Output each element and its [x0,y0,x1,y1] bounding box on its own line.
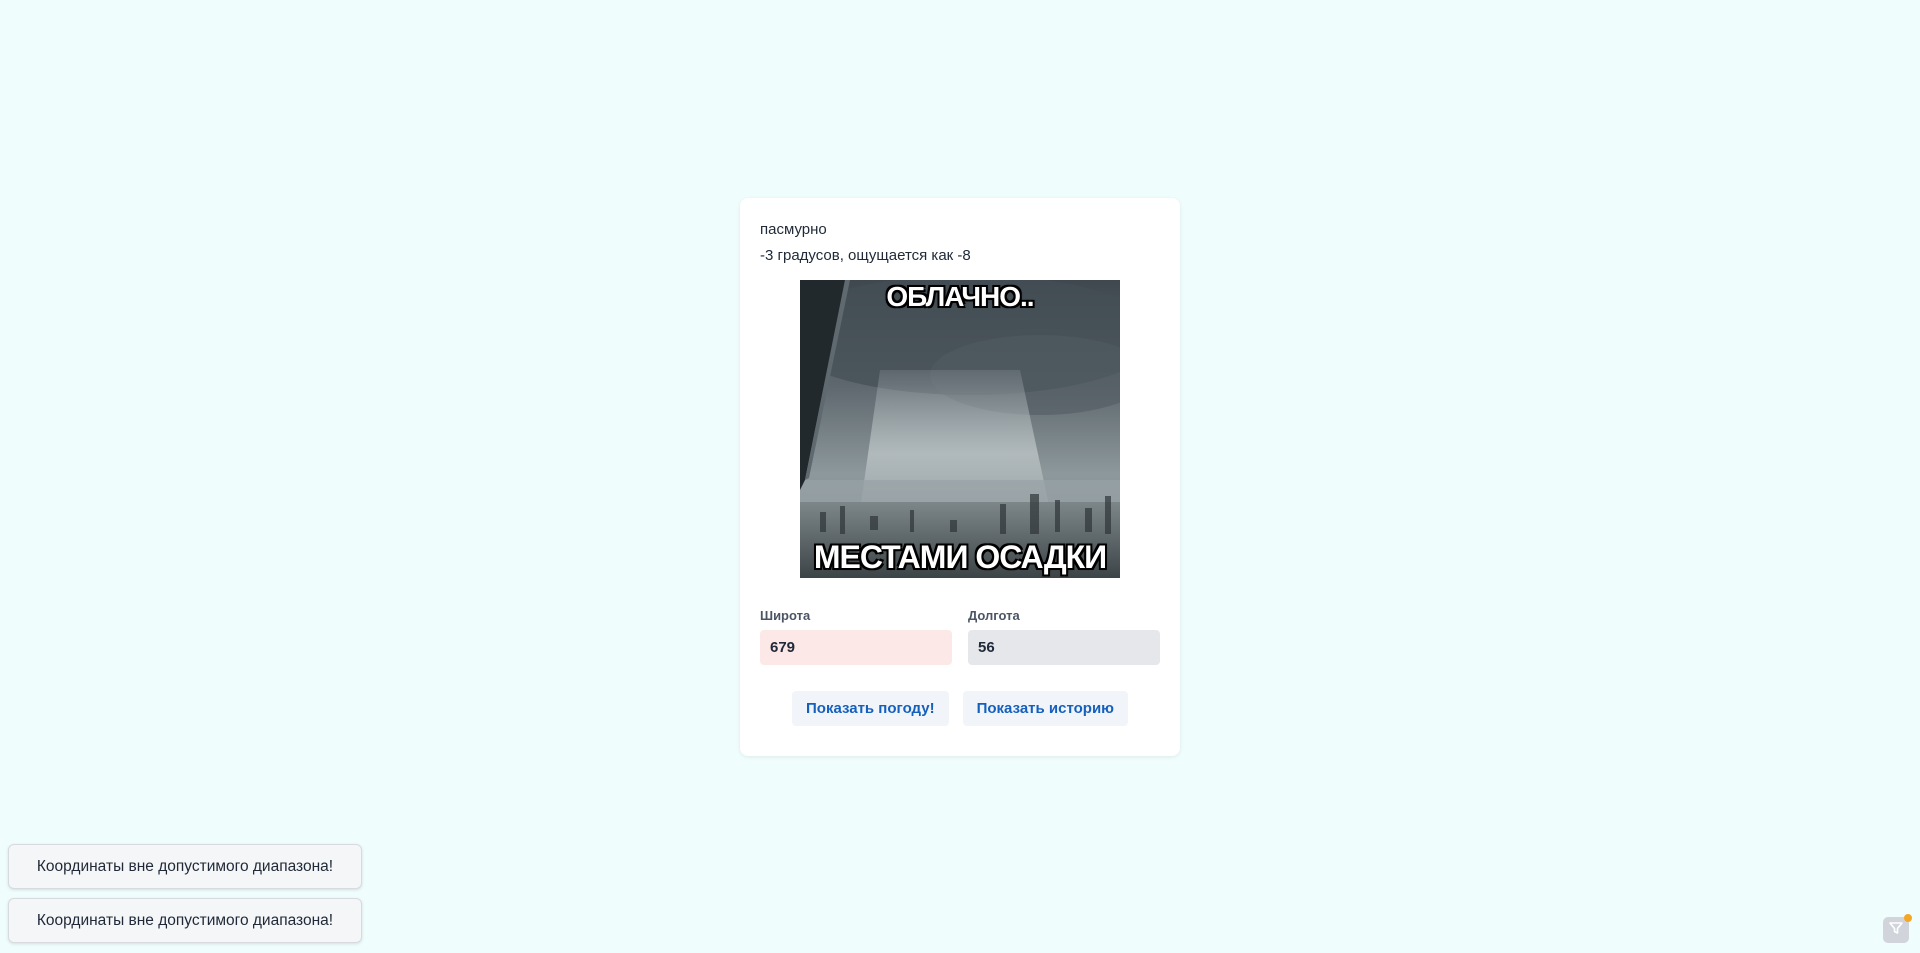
longitude-field: Долгота [968,608,1160,665]
notification-dot [1904,914,1912,922]
image-caption-bottom: МЕСТАМИ ОСАДКИ [813,539,1107,575]
latitude-field: Широта [760,608,952,665]
longitude-input[interactable] [968,630,1160,665]
weather-card: пасмурно -3 градусов, ощущается как -8 О… [740,198,1180,756]
filter-icon [1888,920,1904,941]
weather-condition: пасмурно [760,221,827,238]
action-buttons: Показать погоду! Показать историю [760,691,1160,726]
image-caption-top: ОБЛАЧНО.. [886,281,1034,312]
rain-cloud-photo [800,280,1120,578]
weather-temperature: -3 градусов, ощущается как -8 [760,247,971,264]
error-toast[interactable]: Координаты вне допустимого диапазона! [8,898,362,943]
weather-image: ОБЛАЧНО.. МЕСТАМИ ОСАДКИ [800,280,1120,578]
floating-widget-button[interactable] [1883,914,1912,943]
toast-message: Координаты вне допустимого диапазона! [36,911,334,929]
toast-message: Координаты вне допустимого диапазона! [36,857,334,875]
longitude-label: Долгота [968,608,1020,623]
error-toast[interactable]: Координаты вне допустимого диапазона! [8,844,362,889]
show-history-button[interactable]: Показать историю [962,691,1128,726]
latitude-label: Широта [760,608,811,623]
latitude-input[interactable] [760,630,952,665]
show-weather-button[interactable]: Показать погоду! [792,691,949,726]
coordinates-form: Широта Долгота [760,608,1160,665]
